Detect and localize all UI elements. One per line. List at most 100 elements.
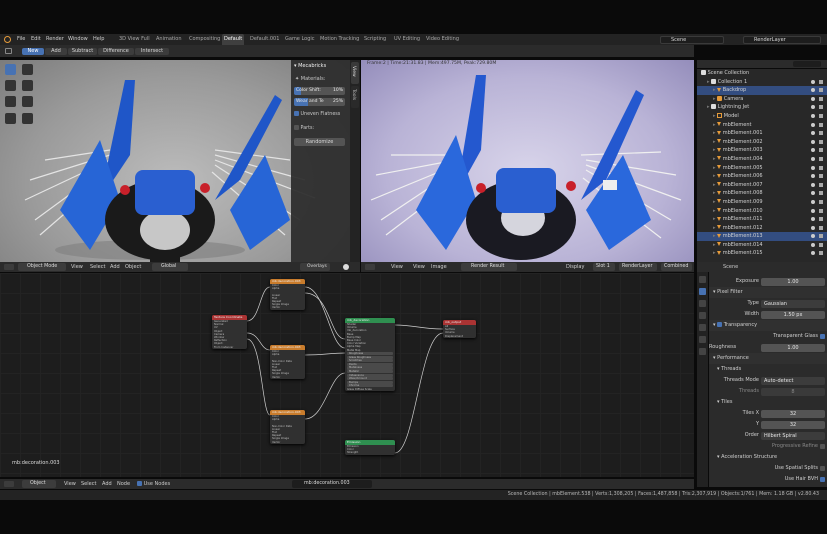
node-socket-row[interactable]: Wear/Amount <box>347 377 393 381</box>
layer-selector[interactable]: RenderLayer <box>619 263 657 271</box>
cursor-tool-icon[interactable] <box>22 64 33 75</box>
render-camera-icon[interactable] <box>819 105 823 110</box>
visibility-eye-icon[interactable] <box>811 217 815 222</box>
visibility-eye-icon[interactable] <box>811 96 815 101</box>
outliner-item[interactable]: ▸ Model <box>697 112 827 121</box>
visibility-eye-icon[interactable] <box>811 234 815 239</box>
outliner-item[interactable]: ▸ mbElement.001 <box>697 129 827 138</box>
menu-add[interactable]: Add <box>110 262 120 272</box>
render-camera-icon[interactable] <box>819 113 823 118</box>
mode-dropdown[interactable]: Object Mode <box>18 263 66 271</box>
outliner-item[interactable]: ▸ mbElement.012 <box>697 224 827 233</box>
progressive-refine-checkbox[interactable] <box>820 444 825 449</box>
menu-view-1[interactable]: View <box>391 262 403 272</box>
node-shader[interactable]: mb_decoration Shader Volume mb_decoration Ba… <box>345 318 395 392</box>
outliner-item[interactable]: ▸ Lightning Jet <box>697 103 827 112</box>
shader-node-editor[interactable]: Texture Coordinate Generated Normal UV Objec… <box>0 273 694 477</box>
visibility-eye-icon[interactable] <box>811 105 815 110</box>
select-tool-icon[interactable] <box>5 64 16 75</box>
visibility-eye-icon[interactable] <box>811 174 815 179</box>
visibility-eye-icon[interactable] <box>811 139 815 144</box>
tab-view[interactable]: View <box>351 62 359 84</box>
display-menu[interactable]: Display <box>566 262 584 272</box>
roughness-threshold-field[interactable]: 1.00 <box>761 343 825 352</box>
menu-help[interactable]: Help <box>93 34 104 45</box>
outliner-item[interactable]: ▸ mbElement.002 <box>697 138 827 147</box>
outliner-item[interactable]: ▸ mbElement.005 <box>697 164 827 173</box>
outliner-item[interactable]: ▸ mbElement.008 <box>697 189 827 198</box>
blender-logo-icon[interactable] <box>4 36 11 43</box>
tool-tab-icon[interactable] <box>699 276 706 283</box>
menu-view-2[interactable]: View <box>413 262 425 272</box>
mode-new-button[interactable]: New <box>22 47 44 55</box>
tab-video-editing[interactable]: Video Editing <box>424 34 461 45</box>
visibility-eye-icon[interactable] <box>811 191 815 196</box>
render-camera-icon[interactable] <box>819 88 823 93</box>
tab-tools[interactable]: Tools <box>351 86 359 108</box>
render-camera-icon[interactable] <box>819 156 823 161</box>
node-img1[interactable]: mb:decoration.003 Color Alpha Linear Flat Rep… <box>270 279 305 310</box>
tiles-x-field[interactable]: 32 <box>761 409 825 418</box>
annotate-tool-icon[interactable] <box>5 113 16 124</box>
tiles-subsection[interactable]: ▾ Tiles <box>709 397 827 408</box>
menu-edit[interactable]: Edit <box>31 34 41 45</box>
threads-subsection[interactable]: ▾ Threads <box>709 364 827 375</box>
visibility-eye-icon[interactable] <box>811 148 815 153</box>
render-camera-icon[interactable] <box>819 182 823 187</box>
transparency-section[interactable]: ▾ Transparency <box>709 320 827 331</box>
render-camera-icon[interactable] <box>819 208 823 213</box>
render-camera-icon[interactable] <box>819 79 823 84</box>
pixel-filter-section[interactable]: ▾ Pixel Filter <box>709 287 827 298</box>
outliner-item[interactable]: ▸ mbElement.011 <box>697 215 827 224</box>
visibility-eye-icon[interactable] <box>811 182 815 187</box>
transform-tool-icon[interactable] <box>22 96 33 107</box>
outliner-item[interactable]: ▸ mbElement.004 <box>697 155 827 164</box>
outliner-item[interactable]: ▸ Camera <box>697 95 827 104</box>
node-socket-row[interactable]: Scratches <box>347 359 393 363</box>
output-tab-icon[interactable] <box>699 300 706 307</box>
visibility-eye-icon[interactable] <box>811 113 815 118</box>
world-tab-icon[interactable] <box>699 336 706 343</box>
use-nodes-toggle[interactable]: Use Nodes <box>137 479 170 489</box>
render-camera-icon[interactable] <box>819 217 823 222</box>
image-selector[interactable]: Render Result <box>461 263 517 271</box>
visibility-eye-icon[interactable] <box>811 251 815 256</box>
scene-tab-icon[interactable] <box>699 324 706 331</box>
threads-count-field[interactable]: 8 <box>761 387 825 396</box>
mode-subtract-button[interactable]: Subtract <box>68 47 97 55</box>
menu-image[interactable]: Image <box>431 262 447 272</box>
render-camera-icon[interactable] <box>819 234 823 239</box>
visibility-eye-icon[interactable] <box>811 242 815 247</box>
slot-selector[interactable]: Slot 1 <box>593 263 615 271</box>
filter-type-dropdown[interactable]: Gaussian <box>761 299 825 308</box>
visibility-eye-icon[interactable] <box>811 199 815 204</box>
render-tab-icon[interactable] <box>699 288 706 295</box>
outliner-root[interactable]: Scene Collection <box>697 69 827 78</box>
tiles-y-field[interactable]: 32 <box>761 420 825 429</box>
render-camera-icon[interactable] <box>819 165 823 170</box>
render-layer-selector[interactable]: RenderLayer <box>743 35 821 44</box>
tab-compositing[interactable]: Compositing <box>187 34 222 45</box>
spatial-splits-checkbox[interactable] <box>820 466 825 471</box>
visibility-eye-icon[interactable] <box>811 88 815 93</box>
outliner-item[interactable]: ▸ mbElement.009 <box>697 198 827 207</box>
move-tool-icon[interactable] <box>5 80 16 91</box>
outliner-item[interactable]: ▸ mbElement.006 <box>697 172 827 181</box>
mode-intersect-button[interactable]: Intersect <box>135 47 169 55</box>
uneven-flatness-checkbox[interactable]: Uneven Flatness <box>294 111 340 117</box>
render-camera-icon[interactable] <box>819 96 823 101</box>
render-camera-icon[interactable] <box>819 148 823 153</box>
render-camera-icon[interactable] <box>819 225 823 230</box>
render-camera-icon[interactable] <box>819 242 823 247</box>
render-camera-icon[interactable] <box>819 191 823 196</box>
hair-bvh-checkbox[interactable] <box>820 477 825 482</box>
color-shift-slider[interactable]: Color Shift: 10% <box>294 87 345 95</box>
randomize-button[interactable]: Randomize <box>294 138 345 146</box>
tab-motion-tracking[interactable]: Motion Tracking <box>318 34 361 45</box>
node-menu-add[interactable]: Add <box>102 479 112 489</box>
solid-shading-icon[interactable] <box>343 264 349 270</box>
filter-width-field[interactable]: 1.50 px <box>761 310 825 319</box>
node-menu-select[interactable]: Select <box>81 479 96 489</box>
scale-tool-icon[interactable] <box>5 96 16 107</box>
menu-window[interactable]: Window <box>68 34 88 45</box>
